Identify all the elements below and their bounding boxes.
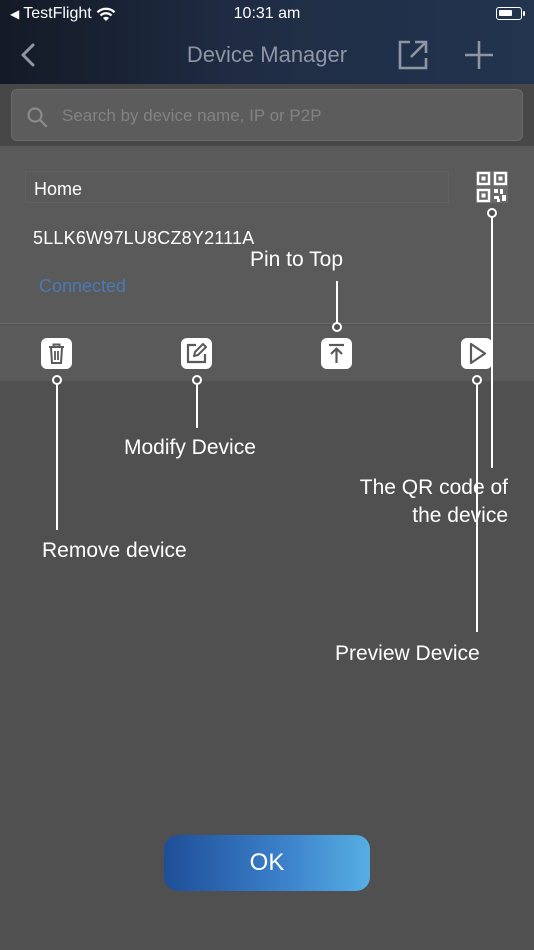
search-bar [0,84,534,146]
device-name: Home [25,171,449,203]
pin-to-top-button[interactable] [321,338,352,369]
device-serial: 5LLK6W97LU8CZ8Y2111A [33,228,255,248]
nav-bar: Device Manager [0,28,534,84]
top-bar: ◀ TestFlight 10:31 am Device Manager [0,0,534,84]
qr-guide-line [491,217,493,468]
modify-device-button[interactable] [181,338,212,369]
remove-guide-label: Remove device [42,539,187,562]
battery-icon [496,7,525,20]
modify-guide-label: Modify Device [124,436,256,459]
device-status: Connected [39,276,127,296]
search-box[interactable] [11,89,523,142]
status-bar: ◀ TestFlight 10:31 am [0,0,534,28]
qr-code-icon[interactable] [475,170,509,204]
add-icon[interactable] [462,38,496,72]
remove-guide-line [56,384,58,530]
play-icon [469,342,487,365]
ok-button[interactable]: OK [164,835,370,891]
device-card: Home 5LLK6W97LU8CZ8Y2111A Connected [0,146,534,324]
edit-icon [186,343,207,364]
search-input[interactable] [62,90,502,142]
pin-guide-dot [332,322,342,332]
pin-top-icon [329,343,344,363]
device-actions [0,325,534,381]
pin-guide-line [336,281,338,323]
page-title: Device Manager [186,42,348,67]
preview-device-button[interactable] [461,338,492,369]
trash-icon [49,343,64,364]
qr-guide-label: The QR code of the device [359,476,508,527]
share-icon[interactable] [396,38,430,72]
status-time: 10:31 am [233,5,301,22]
modify-guide-line [196,384,198,428]
pin-guide-label: Pin to Top [250,248,344,271]
preview-guide-label: Preview Device [335,642,480,665]
search-icon [27,107,48,128]
remove-device-button[interactable] [41,338,72,369]
